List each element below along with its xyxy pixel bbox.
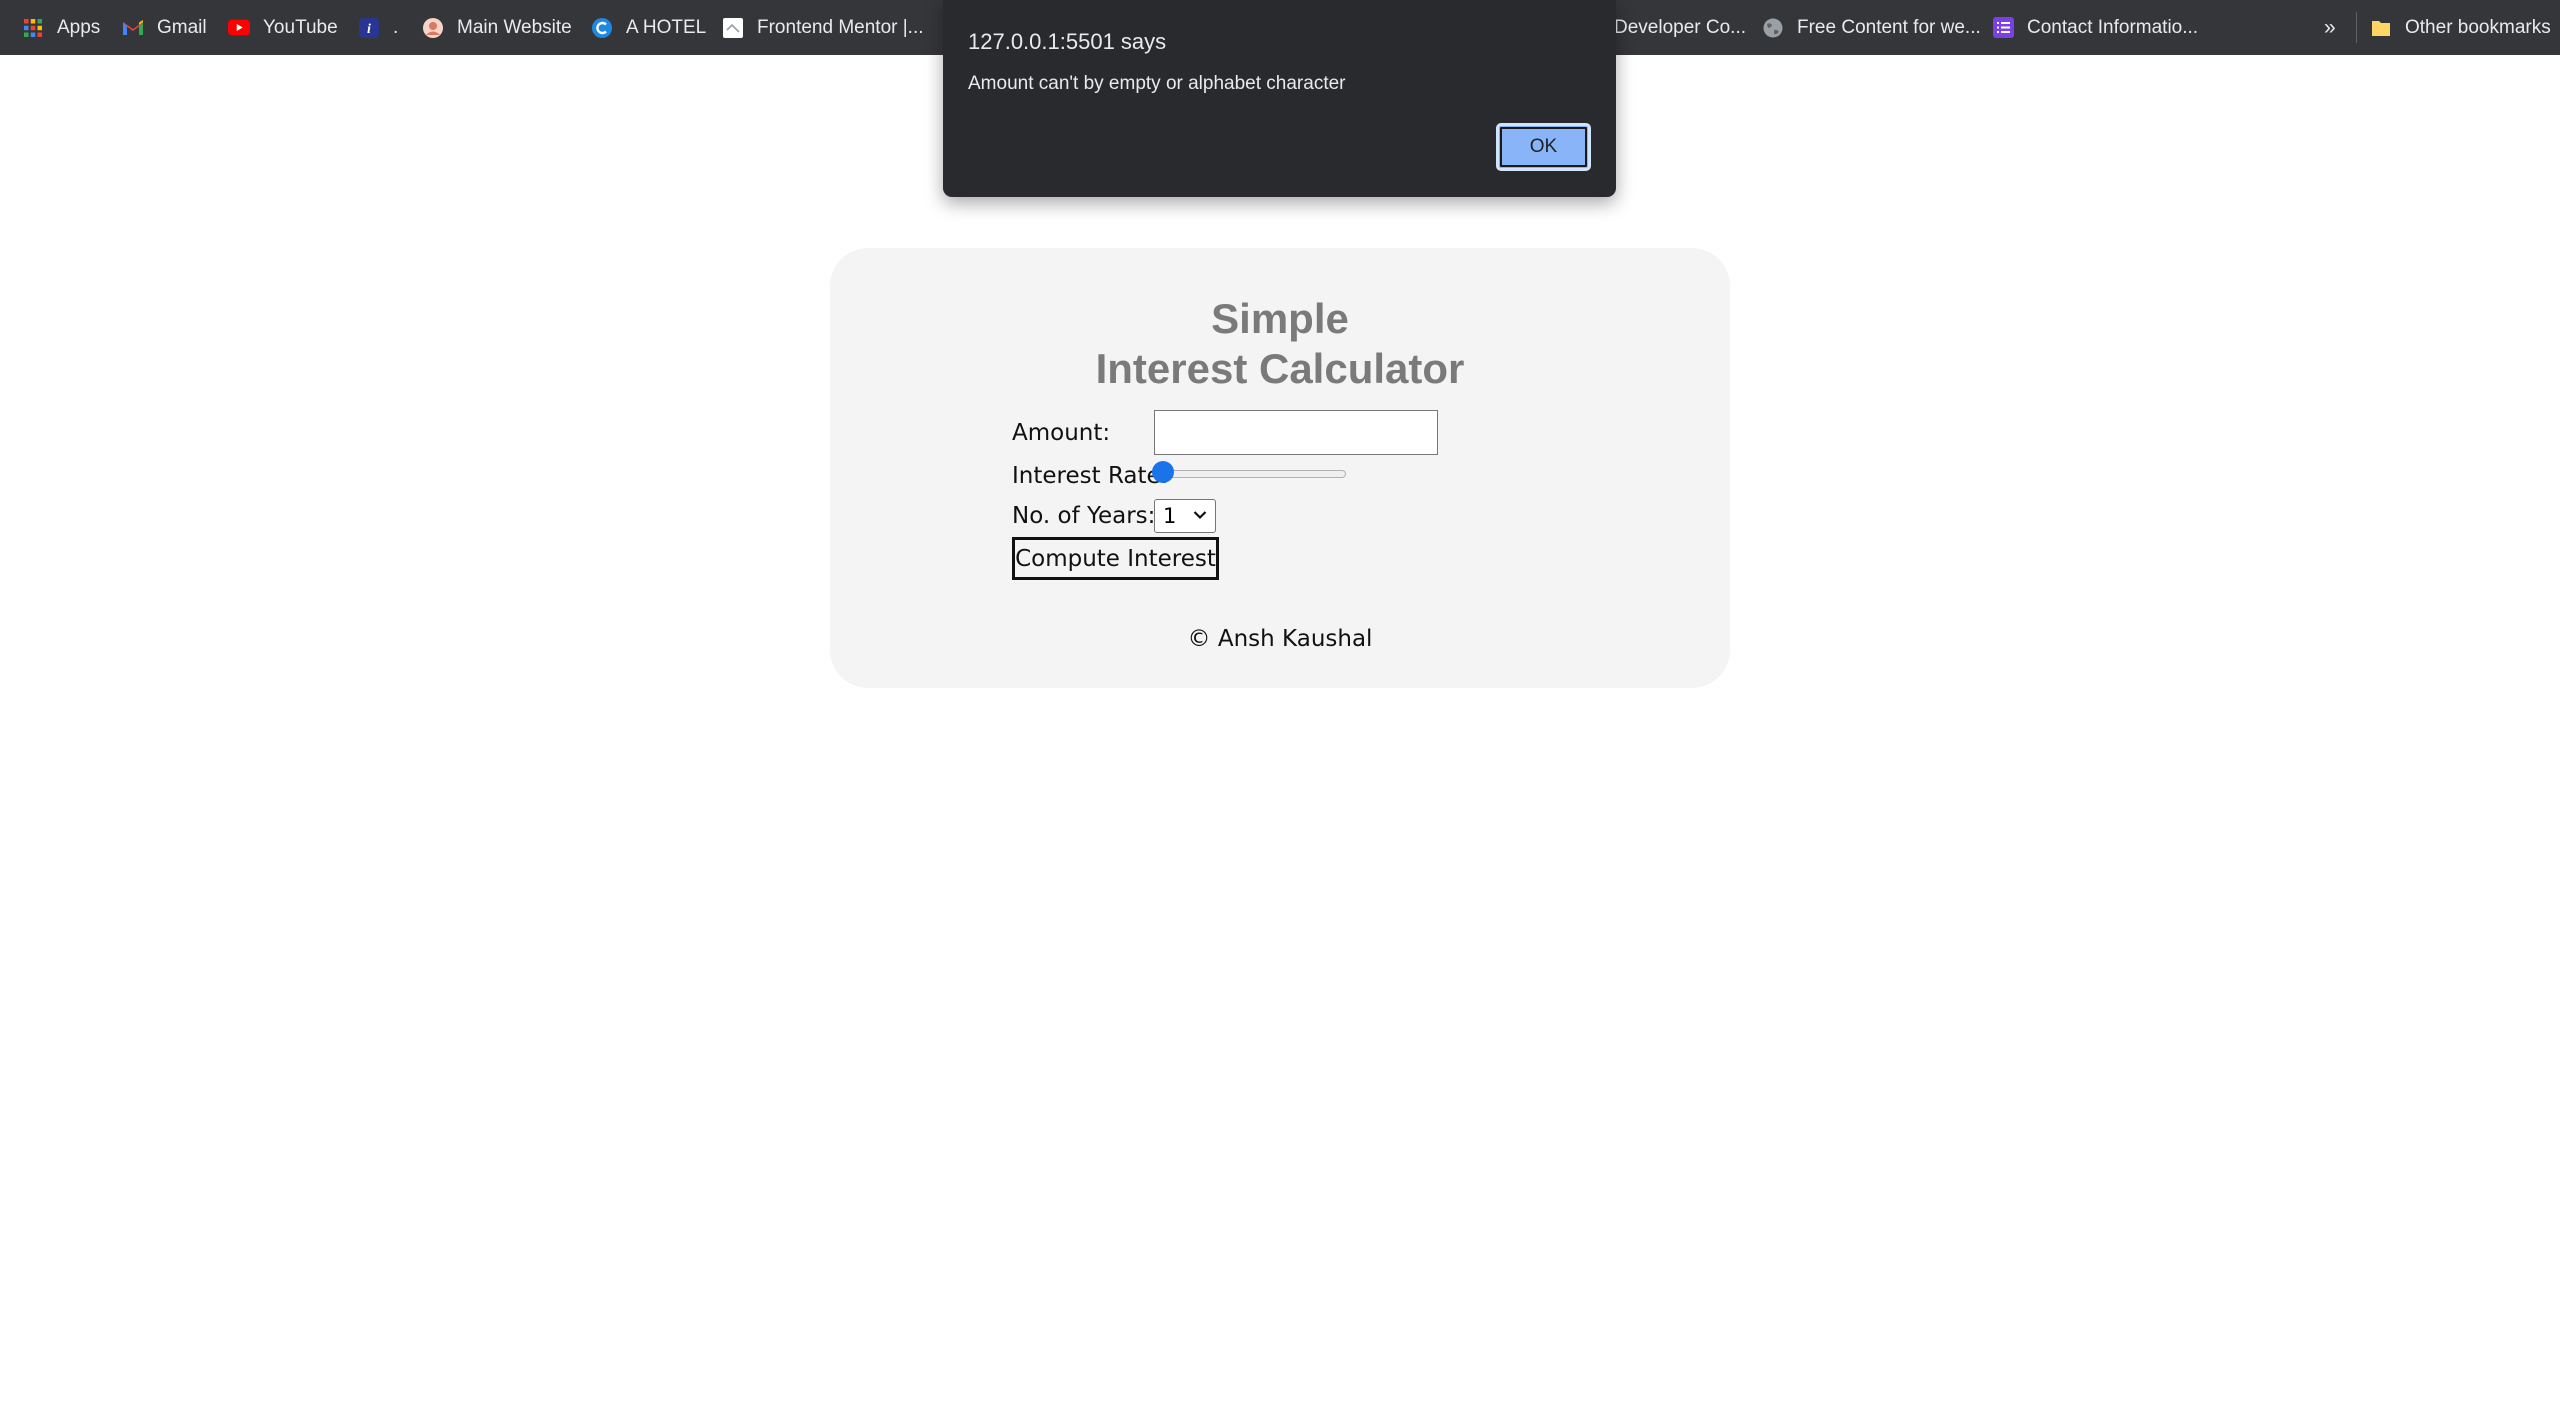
bookmark-label: .: [393, 16, 399, 38]
bookmark-label: Apps: [57, 16, 101, 38]
copyright-footer: © Ansh Kaushal: [1187, 626, 1373, 652]
bookmark-youtube[interactable]: YouTube: [228, 0, 338, 55]
interest-rate-slider[interactable]: [1156, 470, 1346, 478]
bookmark-label: A HOTEL: [626, 16, 707, 38]
amount-input[interactable]: [1154, 410, 1438, 455]
bookmark-label: Developer Co...: [1614, 16, 1747, 38]
ok-button[interactable]: OK: [1496, 123, 1591, 171]
italic-i-icon: i: [358, 17, 380, 39]
interest-rate-label: Interest Rate:: [1012, 463, 1169, 489]
c-logo-icon: [591, 17, 613, 39]
bookmark-gmail[interactable]: Gmail: [122, 0, 207, 55]
slider-thumb[interactable]: [1152, 461, 1174, 483]
main-website-icon: [422, 17, 444, 39]
list-icon: [1992, 17, 2014, 39]
bookmark-label: Contact Informatio...: [2027, 16, 2199, 38]
bookmarks-divider: [2356, 12, 2357, 43]
gmail-icon: [122, 17, 144, 39]
dialog-title: 127.0.0.1:5501 says: [968, 29, 1167, 54]
dialog-message: Amount can't by empty or alphabet charac…: [968, 73, 1346, 94]
bookmark-label: YouTube: [263, 16, 338, 38]
page-title: Simple Interest Calculator: [830, 294, 1730, 394]
alert-dialog: 127.0.0.1:5501 says Amount can't by empt…: [943, 0, 1616, 197]
overflow-chevron-icon: »: [2324, 15, 2336, 39]
bookmarks-overflow-button[interactable]: »: [2324, 0, 2336, 55]
bookmark-label: Main Website: [457, 16, 572, 38]
years-label: No. of Years:: [1012, 503, 1156, 529]
years-select[interactable]: 1: [1154, 499, 1216, 533]
svg-text:i: i: [367, 22, 371, 37]
bookmark-free-content[interactable]: Free Content for we...: [1762, 0, 1981, 55]
globe-icon: [1762, 17, 1784, 39]
bookmark-apps[interactable]: Apps: [22, 0, 100, 55]
amount-label: Amount:: [1012, 420, 1111, 446]
bookmark-label: Frontend Mentor |...: [757, 16, 924, 38]
title-line-1: Simple: [1211, 295, 1349, 342]
youtube-icon: [228, 17, 250, 39]
bookmark-dot[interactable]: i .: [358, 0, 398, 55]
chevron-down-icon: [1193, 511, 1207, 520]
calculator-card: Simple Interest Calculator Amount: Inter…: [830, 248, 1730, 688]
bookmark-frontend-mentor[interactable]: Frontend Mentor |...: [722, 0, 924, 55]
years-selected-value: 1: [1163, 504, 1177, 528]
bookmark-developer[interactable]: Developer Co...: [1614, 0, 1746, 55]
page-icon: [722, 17, 744, 39]
apps-grid-icon: [22, 17, 44, 39]
bookmark-main-website[interactable]: Main Website: [422, 0, 572, 55]
bookmark-label: Other bookmarks: [2405, 16, 2551, 38]
bookmark-label: Free Content for we...: [1797, 16, 1981, 38]
folder-icon: [2370, 17, 2392, 39]
compute-interest-button[interactable]: Compute Interest: [1012, 537, 1219, 580]
bookmark-contact-info[interactable]: Contact Informatio...: [1992, 0, 2198, 55]
bookmark-a-hotel[interactable]: A HOTEL: [591, 0, 706, 55]
bookmark-label: Gmail: [157, 16, 207, 38]
title-line-2: Interest Calculator: [1095, 345, 1465, 392]
bookmark-other-bookmarks[interactable]: Other bookmarks: [2370, 0, 2551, 55]
